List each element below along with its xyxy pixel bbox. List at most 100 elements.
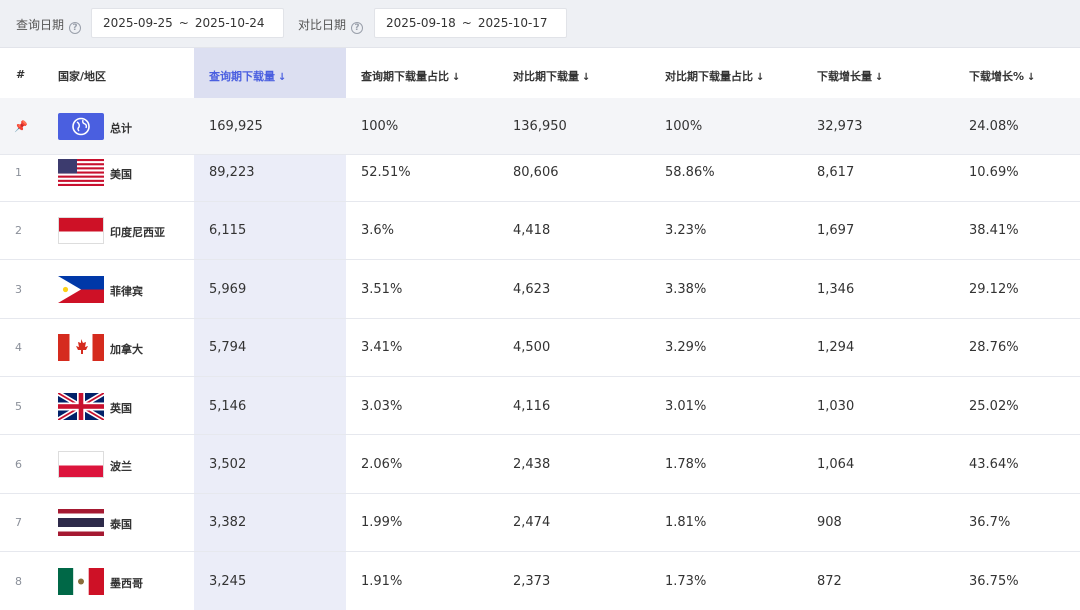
compare-share: 3.38% xyxy=(665,282,707,297)
growth: 872 xyxy=(817,574,842,589)
growth: 1,064 xyxy=(817,457,855,472)
country-name: 美国 xyxy=(110,168,132,181)
country-name: 英国 xyxy=(110,402,132,415)
compare-date-label: 对比日期? xyxy=(298,16,364,34)
growth-pct: 43.64% xyxy=(969,457,1019,472)
growth-pct: 24.08% xyxy=(969,119,1019,134)
country-name: 墨西哥 xyxy=(110,577,143,590)
growth-pct: 25.02% xyxy=(969,399,1019,414)
row-index: 2 xyxy=(15,224,22,237)
compare-share: 1.78% xyxy=(665,457,707,472)
compare-share: 3.29% xyxy=(665,340,707,355)
compare-end-date: 2025-10-17 xyxy=(477,16,548,30)
header-country: 国家/地区 xyxy=(58,70,107,83)
query-share: 3.03% xyxy=(361,399,403,414)
compare-share: 100% xyxy=(665,119,703,134)
sort-down-icon[interactable]: ↓ xyxy=(582,72,590,83)
compare-share: 3.23% xyxy=(665,223,707,238)
flag-ph-icon xyxy=(58,276,104,303)
growth: 1,346 xyxy=(817,282,855,297)
flag-us-icon xyxy=(58,159,104,186)
flag-pl-icon xyxy=(58,451,104,478)
header-growth-pct-label: 下载增长% xyxy=(969,70,1025,83)
query-downloads: 5,794 xyxy=(209,340,247,355)
pin-icon[interactable]: 📌 xyxy=(14,120,28,133)
compare-date-range-picker[interactable]: 2025-09-18 ~2025-10-17 xyxy=(374,8,567,38)
growth: 8,617 xyxy=(817,165,855,180)
compare-date-label-text: 对比日期 xyxy=(298,18,347,32)
compare-downloads: 2,373 xyxy=(513,574,551,589)
query-share: 3.6% xyxy=(361,223,395,238)
sort-down-icon[interactable]: ↓ xyxy=(1027,72,1035,83)
header-query-share[interactable]: 查询期下载量占比 ↓ xyxy=(361,68,460,84)
query-date-range-picker[interactable]: 2025-09-25 ~2025-10-24 xyxy=(91,8,284,38)
query-share: 3.51% xyxy=(361,282,403,297)
sort-down-icon[interactable]: ↓ xyxy=(452,72,460,83)
flag-th-icon xyxy=(58,509,104,536)
query-share: 3.41% xyxy=(361,340,403,355)
row-index: 3 xyxy=(15,283,22,296)
query-downloads: 6,115 xyxy=(209,223,247,238)
range-separator: ~ xyxy=(461,16,472,30)
date-filter-bar: 查询日期? 2025-09-25 ~2025-10-24 对比日期? 2025-0… xyxy=(0,0,1080,48)
query-share: 2.06% xyxy=(361,457,403,472)
header-compare-share-label: 对比期下载量占比 xyxy=(665,70,753,83)
compare-share: 1.81% xyxy=(665,515,707,530)
sort-down-icon[interactable]: ↓ xyxy=(756,72,764,83)
query-downloads: 3,245 xyxy=(209,574,247,589)
compare-share: 3.01% xyxy=(665,399,707,414)
compare-downloads: 4,623 xyxy=(513,282,551,297)
query-share: 52.51% xyxy=(361,165,411,180)
query-share: 1.99% xyxy=(361,515,403,530)
growth: 1,030 xyxy=(817,399,855,414)
row-index: 1 xyxy=(15,166,22,179)
row-index: 5 xyxy=(15,400,22,413)
compare-downloads: 2,474 xyxy=(513,515,551,530)
flag-mx-icon xyxy=(58,568,104,595)
growth: 1,697 xyxy=(817,223,855,238)
range-separator: ~ xyxy=(178,16,189,30)
sort-down-icon[interactable]: ↓ xyxy=(875,72,883,83)
query-share: 1.91% xyxy=(361,574,403,589)
header-query-downloads[interactable]: 查询期下载量 ↓ xyxy=(209,68,286,84)
header-compare-share[interactable]: 对比期下载量占比 ↓ xyxy=(665,68,764,84)
sort-down-icon[interactable]: ↓ xyxy=(278,72,286,83)
query-downloads: 5,146 xyxy=(209,399,247,414)
growth-pct: 36.7% xyxy=(969,515,1011,530)
header-growth-label: 下载增长量 xyxy=(817,70,872,83)
growth: 908 xyxy=(817,515,842,530)
growth-pct: 38.41% xyxy=(969,223,1019,238)
country-name: 波兰 xyxy=(110,460,132,473)
growth: 1,294 xyxy=(817,340,855,355)
header-growth-pct[interactable]: 下载增长% ↓ xyxy=(969,68,1035,84)
compare-downloads: 4,418 xyxy=(513,223,551,238)
query-end-date: 2025-10-24 xyxy=(194,16,265,30)
row-index: 6 xyxy=(15,458,22,471)
query-downloads: 5,969 xyxy=(209,282,247,297)
query-date-label: 查询日期? xyxy=(16,16,82,34)
help-icon[interactable]: ? xyxy=(69,22,82,34)
flag-ca-icon xyxy=(58,334,104,361)
country-name: 菲律宾 xyxy=(110,285,143,298)
query-downloads: 3,382 xyxy=(209,515,247,530)
header-compare-downloads-label: 对比期下载量 xyxy=(513,70,579,83)
country-name: 印度尼西亚 xyxy=(110,226,165,239)
query-downloads: 89,223 xyxy=(209,165,255,180)
help-icon[interactable]: ? xyxy=(351,22,364,34)
header-compare-downloads[interactable]: 对比期下载量 ↓ xyxy=(513,68,590,84)
header-query-share-label: 查询期下载量占比 xyxy=(361,70,449,83)
header-index: # xyxy=(16,68,26,81)
header-growth[interactable]: 下载增长量 ↓ xyxy=(817,68,883,84)
query-start-date: 2025-09-25 xyxy=(103,16,173,30)
growth-pct: 29.12% xyxy=(969,282,1019,297)
flag-id-icon xyxy=(58,217,104,244)
compare-downloads: 80,606 xyxy=(513,165,559,180)
header-query-downloads-label: 查询期下载量 xyxy=(209,70,275,83)
flag-gb-icon xyxy=(58,393,104,420)
compare-downloads: 2,438 xyxy=(513,457,551,472)
globe-icon xyxy=(58,113,104,140)
compare-share: 1.73% xyxy=(665,574,707,589)
growth-pct: 36.75% xyxy=(969,574,1019,589)
row-index: 7 xyxy=(15,516,22,529)
row-index: 8 xyxy=(15,575,22,588)
